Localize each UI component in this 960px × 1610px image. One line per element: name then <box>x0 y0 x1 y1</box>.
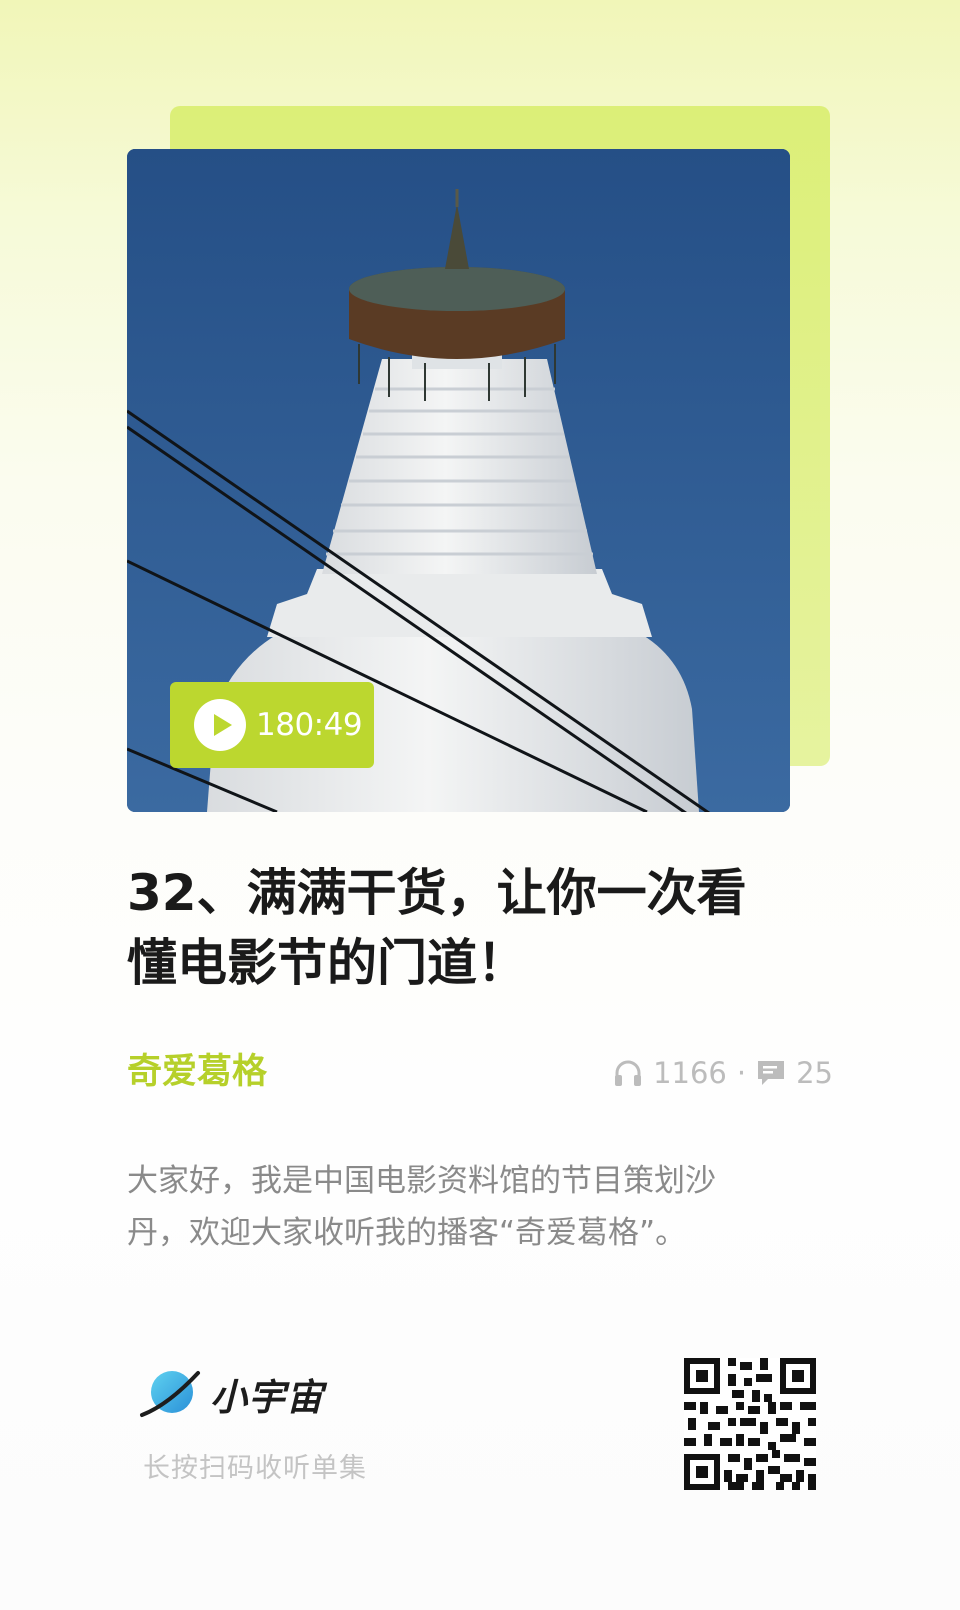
qr-code-icon <box>684 1358 816 1490</box>
episode-title: 32、满满干货，让你一次看 懂电影节的门道！ <box>127 858 827 998</box>
play-duration-button[interactable]: 180:49 <box>170 682 374 768</box>
episode-cover[interactable]: 180:49 <box>127 149 790 812</box>
headphones-icon <box>615 1060 642 1086</box>
play-icon[interactable] <box>194 699 246 751</box>
episode-description: 大家好，我是中国电影资料馆的节目策划沙 丹，欢迎大家收听我的播客“奇爱葛格”。 <box>127 1155 817 1259</box>
episode-title-line2: 懂电影节的门道！ <box>127 934 527 992</box>
brand-name: 小宇宙 <box>210 1376 324 1419</box>
episode-qr-code[interactable] <box>684 1358 816 1490</box>
description-line1: 大家好，我是中国电影资料馆的节目策划沙 <box>127 1163 716 1199</box>
comment-count: 25 <box>796 1056 833 1090</box>
app-brand: 小宇宙 <box>138 1365 324 1423</box>
episode-duration: 180:49 <box>256 707 363 743</box>
description-line2: 丹，欢迎大家收听我的播客“奇爱葛格”。 <box>127 1215 687 1251</box>
planet-logo-icon <box>140 1371 200 1417</box>
episode-stats: 1166 · 25 <box>613 1055 833 1091</box>
comment-icon <box>758 1061 785 1085</box>
stats-separator: · <box>736 1056 747 1090</box>
play-count: 1166 <box>653 1056 727 1090</box>
scan-hint: 长按扫码收听单集 <box>143 1453 367 1484</box>
podcast-name-link[interactable]: 奇爱葛格 <box>127 1050 267 1094</box>
episode-title-line1: 32、满满干货，让你一次看 <box>127 864 747 922</box>
